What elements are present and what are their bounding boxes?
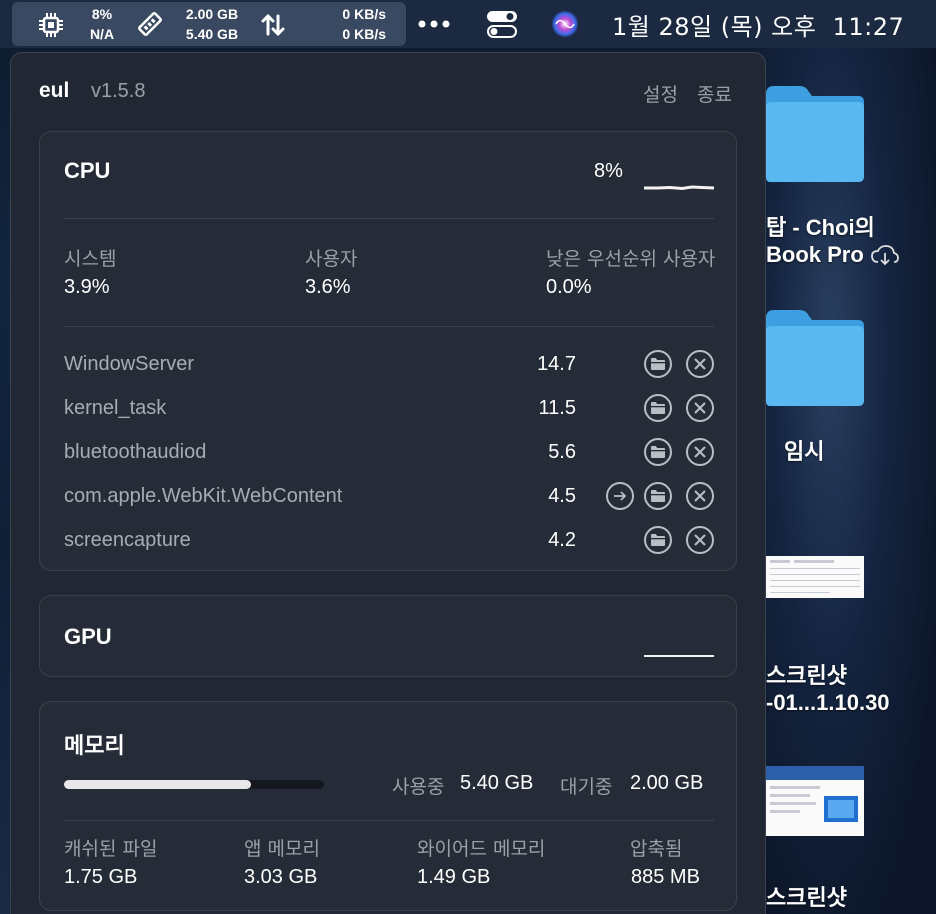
- folder-icon: [651, 490, 665, 502]
- memory-wired-value: 1.49 GB: [417, 866, 491, 888]
- divider: [64, 820, 714, 821]
- desktop-item-sublabel: Book Pro: [766, 242, 864, 267]
- memory-usage-fill: [64, 780, 252, 789]
- close-icon: [694, 446, 706, 458]
- cpu-nice-label: 낮은 우선순위 사용자: [546, 248, 716, 270]
- close-icon: [694, 358, 706, 370]
- folder-icon[interactable]: [762, 82, 866, 186]
- open-process-button[interactable]: [606, 482, 634, 510]
- close-icon: [694, 402, 706, 414]
- screenshot-thumbnail[interactable]: [766, 556, 864, 598]
- desktop-item-sublabel: -01...1.10.30: [766, 690, 890, 715]
- settings-button[interactable]: 설정: [643, 80, 678, 107]
- cpu-title: CPU: [64, 158, 111, 183]
- more-icon[interactable]: [416, 12, 452, 36]
- process-cpu: 14.7: [537, 353, 576, 375]
- memory-in-use-label: 사용중: [392, 776, 445, 798]
- memory-cached-label: 캐쉬된 파일: [64, 838, 158, 860]
- kill-process-button[interactable]: [686, 482, 714, 510]
- memory-standby-value: 2.00 GB: [630, 772, 704, 794]
- process-cpu: 4.2: [548, 529, 576, 551]
- menubar-battery: N/A: [89, 26, 115, 42]
- cpu-chip-icon: [38, 12, 64, 38]
- memory-usage-bar: [64, 780, 324, 789]
- reveal-folder-button[interactable]: [644, 438, 672, 466]
- memory-wired-label: 와이어드 메모리: [417, 838, 546, 860]
- desktop-item-label: 탑 - Choi의: [766, 215, 875, 240]
- cpu-nice-value: 0.0%: [546, 276, 592, 298]
- memory-title: 메모리: [64, 733, 125, 758]
- menubar-memory-total: 5.40 GB: [185, 26, 239, 42]
- cpu-system-value: 3.9%: [64, 276, 110, 298]
- reveal-folder-button[interactable]: [644, 482, 672, 510]
- screenshot-thumbnail[interactable]: [766, 766, 864, 836]
- divider: [64, 326, 714, 327]
- memory-app-value: 3.03 GB: [244, 866, 318, 888]
- reveal-folder-button[interactable]: [644, 394, 672, 422]
- menubar-clock[interactable]: 1월 28일 (목) 오후 11:27: [612, 7, 904, 42]
- memory-standby-label: 대기중: [560, 776, 613, 798]
- desktop-item-label: 임시: [784, 439, 825, 464]
- quit-button[interactable]: 종료: [697, 80, 732, 107]
- menu-bar: 8% N/A 2.00 GB 5.40 GB 0 KB/s 0 KB/s 1월 …: [0, 0, 936, 48]
- kill-process-button[interactable]: [686, 438, 714, 466]
- process-cpu: 4.5: [548, 485, 576, 507]
- folder-icon: [651, 446, 665, 458]
- network-arrows-icon: [260, 12, 286, 38]
- menubar-cpu-percent: 8%: [91, 6, 113, 22]
- process-cpu: 5.6: [548, 441, 576, 463]
- memory-compressed-value: 885 MB: [631, 866, 700, 888]
- memory-compressed-label: 압축됨: [630, 838, 683, 860]
- close-icon: [694, 490, 706, 502]
- close-icon: [694, 534, 706, 546]
- gpu-card: GPU: [39, 595, 737, 677]
- process-name: WindowServer: [64, 353, 195, 375]
- menubar-net-down: 0 KB/s: [342, 26, 386, 42]
- reveal-folder-button[interactable]: [644, 526, 672, 554]
- folder-icon: [651, 358, 665, 370]
- divider: [64, 218, 714, 219]
- folder-icon: [651, 534, 665, 546]
- app-name: eul: [39, 79, 70, 102]
- menubar-net-up: 0 KB/s: [342, 6, 386, 22]
- arrow-right-icon: [614, 491, 627, 501]
- kill-process-button[interactable]: [686, 350, 714, 378]
- cpu-usage: 8%: [594, 160, 623, 182]
- memory-icon: [136, 10, 164, 38]
- memory-card: 메모리 사용중 5.40 GB 대기중 2.00 GB 캐쉬된 파일 1.75 …: [39, 701, 737, 911]
- icloud-download-icon: [870, 244, 900, 266]
- kill-process-button[interactable]: [686, 526, 714, 554]
- desktop-item-label: Book Pro: [766, 242, 900, 268]
- process-name: bluetoothaudiod: [64, 441, 207, 463]
- memory-app-label: 앱 메모리: [244, 838, 320, 860]
- eul-popover: eul v1.5.8 설정 종료 CPU 8% 시스템 3.9% 사용자 3.6…: [10, 52, 766, 914]
- app-version: v1.5.8: [91, 80, 146, 102]
- memory-cached-value: 1.75 GB: [64, 866, 138, 888]
- cpu-card: CPU 8% 시스템 3.9% 사용자 3.6% 낮은 우선순위 사용자 0.0…: [39, 131, 737, 571]
- kill-process-button[interactable]: [686, 394, 714, 422]
- gpu-sparkline: [644, 655, 714, 657]
- desktop-item-label: 스크린샷: [766, 885, 847, 910]
- process-name: screencapture: [64, 529, 191, 551]
- siri-icon[interactable]: [550, 9, 580, 39]
- cpu-user-value: 3.6%: [305, 276, 351, 298]
- memory-in-use-value: 5.40 GB: [460, 772, 534, 794]
- eul-status-item[interactable]: 8% N/A 2.00 GB 5.40 GB 0 KB/s 0 KB/s: [12, 2, 406, 46]
- process-name: com.apple.WebKit.WebContent: [64, 485, 343, 507]
- process-name: kernel_task: [64, 397, 167, 419]
- cpu-sparkline: [644, 185, 714, 191]
- control-center-icon[interactable]: [486, 10, 518, 38]
- gpu-title: GPU: [64, 624, 112, 649]
- folder-icon[interactable]: [762, 306, 866, 410]
- desktop-item-label: 스크린샷: [766, 663, 847, 688]
- reveal-folder-button[interactable]: [644, 350, 672, 378]
- process-cpu: 11.5: [538, 397, 576, 419]
- folder-icon: [651, 402, 665, 414]
- menubar-memory-used: 2.00 GB: [185, 6, 239, 22]
- cpu-user-label: 사용자: [305, 248, 358, 270]
- cpu-system-label: 시스템: [64, 248, 117, 270]
